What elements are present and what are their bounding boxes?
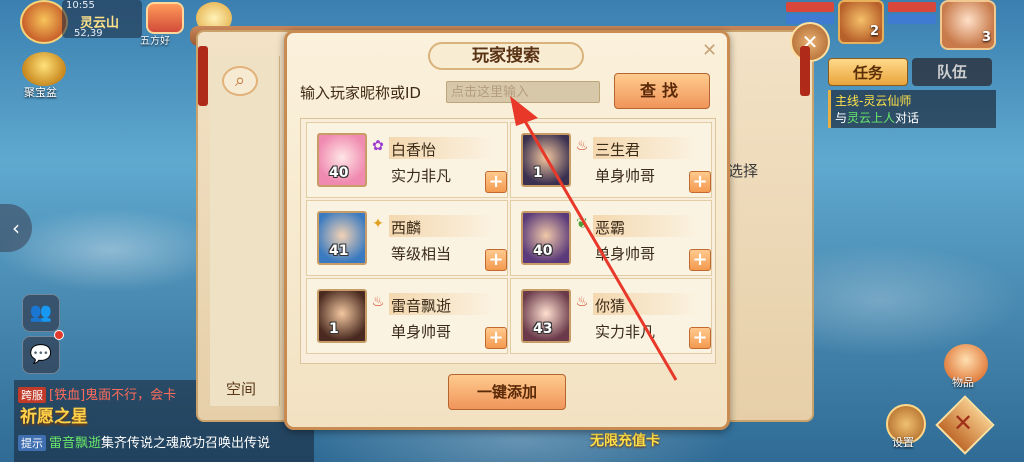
chat-tag-crossserver: 跨服 [18, 387, 46, 403]
dialog-title: 玩家搜索 [428, 42, 584, 70]
player-name: 恶霸 [595, 219, 626, 237]
player-search-input[interactable] [446, 81, 600, 103]
player-name: 三生君 [595, 141, 641, 159]
quest-detail: 与灵云上人对话 [835, 111, 920, 125]
player-desc: 单身帅哥 [595, 245, 656, 263]
avatar [317, 289, 367, 343]
player-desc: 单身帅哥 [391, 323, 452, 341]
player-level: 40 [329, 165, 349, 181]
player-desc: 单身帅哥 [595, 167, 656, 185]
add-friend-button[interactable]: + [689, 171, 711, 193]
player-level: 1 [329, 321, 339, 337]
treasure-bowl-icon[interactable] [22, 52, 66, 86]
quest-title: 主线-灵云仙师 [835, 94, 912, 108]
tassel-right [800, 46, 810, 96]
add-friend-button[interactable]: + [689, 327, 711, 349]
player-name: 白香怡 [391, 141, 437, 159]
chat-line-1: 跨服 [铁血]鬼面不行，会卡 [18, 384, 176, 403]
avatar [521, 133, 571, 187]
chat-line-2-text: 集齐传说之魂成功召唤出传说 [101, 436, 271, 451]
player-avatar[interactable] [20, 0, 68, 44]
player-card[interactable]: 1 ♨ 雷音飘逝 单身帅哥 + [306, 278, 508, 354]
player-level: 43 [533, 321, 553, 337]
items-label: 物品 [952, 376, 974, 389]
event-label: 五方好 [140, 36, 170, 47]
player-level: 1 [533, 165, 543, 181]
player-level: 40 [533, 243, 553, 259]
flame-icon: ♨ [575, 138, 589, 154]
search-input-label: 输入玩家昵称或ID [300, 84, 421, 102]
flame-icon: ♨ [371, 294, 385, 310]
add-all-button[interactable]: 一键添加 [448, 374, 566, 410]
chat-tag-tip: 提示 [18, 435, 46, 451]
hero-status-bars [888, 0, 936, 28]
tassel-left [198, 46, 208, 106]
wish-star-banner[interactable]: 祈愿之星 [20, 402, 88, 427]
flame-icon: ♨ [575, 294, 589, 310]
clock-text: 10:55 [66, 0, 95, 11]
recharge-card-label[interactable]: 无限充值卡 [590, 430, 660, 450]
friends-icon[interactable]: 👥 [22, 294, 60, 332]
chat-line-2-name[interactable]: 雷音飘逝 [49, 436, 101, 451]
purple-lotus-icon: ✿ [372, 138, 384, 154]
player-card[interactable]: 41 ✦ 西麟 等级相当 + [306, 200, 508, 276]
location-coords: 52,39 [74, 28, 103, 39]
quest-npc: 灵云上人 [847, 111, 896, 125]
pet-level: 2 [870, 24, 880, 39]
tab-task[interactable]: 任务 [828, 58, 908, 86]
notification-dot [54, 330, 64, 340]
player-card[interactable]: 40 ❦ 恶霸 单身帅哥 + [510, 200, 712, 276]
star-icon: ✦ [372, 216, 384, 232]
player-desc: 实力非凡 [595, 323, 656, 341]
search-icon[interactable]: ⌕ [222, 66, 258, 96]
chat-line-1-text: [铁血]鬼面不行，会卡 [49, 388, 177, 403]
add-friend-button[interactable]: + [485, 171, 507, 193]
quest-tracker[interactable]: 主线-灵云仙师 与灵云上人对话 [828, 90, 996, 128]
player-name: 你猜 [595, 297, 626, 315]
add-friend-button[interactable]: + [485, 249, 507, 271]
close-x-icon: ✕ [953, 409, 974, 437]
hero-level: 3 [982, 30, 992, 45]
chat-line-2: 提示 雷音飘逝集齐传说之魂成功召唤出传说 [18, 432, 270, 451]
player-level: 41 [329, 243, 349, 259]
add-friend-button[interactable]: + [485, 327, 507, 349]
dialog-close-icon[interactable]: ✕ [702, 40, 717, 61]
player-card[interactable]: 1 ♨ 三生君 单身帅哥 + [510, 122, 712, 198]
add-friend-button[interactable]: + [689, 249, 711, 271]
player-card[interactable]: 40 ✿ 白香怡 实力非凡 + [306, 122, 508, 198]
player-desc: 等级相当 [391, 245, 452, 263]
player-name: 西麟 [391, 219, 422, 237]
space-tab-label[interactable]: 空间 [226, 378, 256, 399]
tab-team[interactable]: 队伍 [912, 58, 992, 86]
player-card[interactable]: 43 ♨ 你猜 实力非凡 + [510, 278, 712, 354]
treasure-bowl-label: 聚宝盆 [24, 86, 57, 99]
chat-bubble-icon[interactable]: 💬 [22, 336, 60, 374]
friends-panel-close-button[interactable]: ✕ [790, 22, 830, 62]
choose-label: 选择 [728, 162, 759, 180]
player-desc: 实力非凡 [391, 167, 452, 185]
friends-panel-sidebar [210, 56, 280, 406]
find-button[interactable]: 查找 [614, 73, 710, 109]
settings-label: 设置 [892, 436, 914, 449]
leaf-icon: ❦ [576, 216, 588, 232]
event-icon[interactable] [146, 2, 184, 34]
player-name: 雷音飘逝 [391, 297, 452, 315]
